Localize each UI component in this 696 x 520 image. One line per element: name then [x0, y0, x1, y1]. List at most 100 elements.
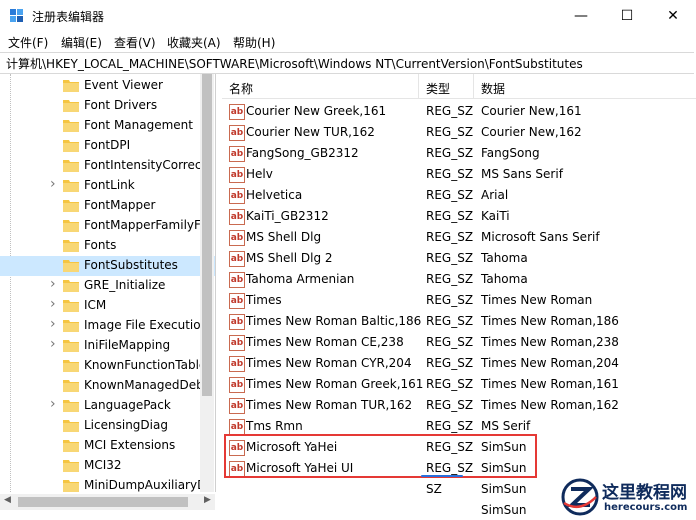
value-type: REG_SZ	[426, 209, 474, 223]
tree-item[interactable]: FontIntensityCorrect	[0, 156, 215, 176]
tree-vertical-scrollbar[interactable]	[200, 74, 214, 492]
string-value-icon: ab	[229, 335, 245, 351]
value-name: Times	[246, 293, 282, 307]
menu-favorites[interactable]: 收藏夹(A)	[167, 34, 221, 51]
expand-chevron-icon[interactable]: ›	[50, 296, 56, 312]
value-row[interactable]: ab Times REG_SZ Times New Roman	[222, 290, 696, 311]
close-button[interactable]: ✕	[650, 0, 696, 32]
tree-item[interactable]: › FontLink	[0, 176, 215, 196]
scroll-left-icon[interactable]: ◀	[4, 495, 11, 505]
value-row[interactable]: ab FangSong_GB2312 REG_SZ FangSong	[222, 143, 696, 164]
expand-chevron-icon[interactable]: ›	[50, 336, 56, 352]
tree-item[interactable]: Event Viewer	[0, 76, 215, 96]
value-data: FangSong	[481, 146, 540, 160]
maximize-button[interactable]: ☐	[604, 0, 650, 32]
minimize-button[interactable]: —	[558, 0, 604, 32]
tree-item[interactable]: › ICM	[0, 296, 215, 316]
string-value-icon: ab	[229, 293, 245, 309]
value-name: FangSong_GB2312	[246, 146, 359, 160]
folder-icon	[63, 320, 79, 332]
value-row[interactable]: ab Times New Roman Baltic,186 REG_SZ Times …	[222, 311, 696, 332]
value-type: REG_SZ	[426, 335, 474, 349]
value-row[interactable]: ab Times New Roman CYR,204 REG_SZ Times New…	[222, 353, 696, 374]
address-path[interactable]: 计算机\HKEY_LOCAL_MACHINE\SOFTWARE\Microsof…	[6, 55, 583, 72]
string-value-icon: ab	[229, 188, 245, 204]
tree-item[interactable]: › GRE_Initialize	[0, 276, 215, 296]
tree-item[interactable]: Font Drivers	[0, 96, 215, 116]
tree-item[interactable]: › LanguagePack	[0, 396, 215, 416]
address-bar[interactable]: 计算机\HKEY_LOCAL_MACHINE\SOFTWARE\Microsof…	[0, 52, 694, 74]
folder-icon	[63, 220, 79, 232]
column-divider[interactable]	[418, 74, 419, 98]
tree-item[interactable]: FontDPI	[0, 136, 215, 156]
tree-item-label: Font Drivers	[84, 98, 158, 112]
registry-editor-icon	[10, 9, 23, 22]
column-header-name[interactable]: 名称	[229, 80, 253, 97]
tree-item[interactable]: FontSubstitutes	[0, 256, 215, 276]
menu-help[interactable]: 帮助(H)	[233, 34, 275, 51]
tree-item[interactable]: FontMapper	[0, 196, 215, 216]
folder-icon	[63, 100, 79, 112]
expand-chevron-icon[interactable]: ›	[50, 176, 56, 192]
column-divider[interactable]	[473, 74, 474, 98]
tree-item-label: FontSubstitutes	[84, 258, 178, 272]
key-tree: Event Viewer Font Drivers Font Management F…	[0, 74, 216, 492]
column-header-data[interactable]: 数据	[481, 80, 505, 97]
value-row[interactable]: ab Tahoma Armenian REG_SZ Tahoma	[222, 269, 696, 290]
value-type: SZ	[426, 482, 442, 496]
tree-item-label: ICM	[84, 298, 107, 312]
tree-item[interactable]: LicensingDiag	[0, 416, 215, 436]
folder-icon	[63, 260, 79, 272]
tree-hscroll-thumb[interactable]	[18, 497, 188, 507]
scroll-right-icon[interactable]: ▶	[204, 495, 211, 505]
expand-chevron-icon[interactable]: ›	[50, 316, 56, 332]
tree-item[interactable]: MCI32	[0, 456, 215, 476]
value-row[interactable]: ab Helv REG_SZ MS Sans Serif	[222, 164, 696, 185]
value-row[interactable]: ab KaiTi_GB2312 REG_SZ KaiTi	[222, 206, 696, 227]
value-name: MS Shell Dlg 2	[246, 251, 333, 265]
value-row[interactable]: ab Times New Roman Greek,161 REG_SZ Times N…	[222, 374, 696, 395]
value-row[interactable]: ab Helvetica REG_SZ Arial	[222, 185, 696, 206]
tree-item-label: LicensingDiag	[84, 418, 168, 432]
folder-icon	[63, 480, 79, 492]
tree-item-label: IniFileMapping	[84, 338, 171, 352]
column-header-type[interactable]: 类型	[426, 80, 450, 97]
tree-item[interactable]: Fonts	[0, 236, 215, 256]
value-row[interactable]: ab Times New Roman CE,238 REG_SZ Times New …	[222, 332, 696, 353]
value-row[interactable]: ab Times New Roman TUR,162 REG_SZ Times New…	[222, 395, 696, 416]
tree-scroll-thumb[interactable]	[202, 74, 212, 396]
expand-chevron-icon[interactable]: ›	[50, 396, 56, 412]
value-row[interactable]: ab MS Shell Dlg 2 REG_SZ Tahoma	[222, 248, 696, 269]
value-row[interactable]: ab MS Shell Dlg REG_SZ Microsoft Sans Serif	[222, 227, 696, 248]
tree-horizontal-scrollbar[interactable]: ◀ ▶	[0, 494, 215, 510]
value-row[interactable]: ab Courier New TUR,162 REG_SZ Courier New,1…	[222, 122, 696, 143]
value-row[interactable]: ab Courier New Greek,161 REG_SZ Courier New…	[222, 101, 696, 122]
menu-edit[interactable]: 编辑(E)	[61, 34, 102, 51]
value-data: KaiTi	[481, 209, 510, 223]
tree-item[interactable]: KnownFunctionTable	[0, 356, 215, 376]
tree-item-label: FontMapperFamilyFa	[84, 218, 208, 232]
tree-item-label: Fonts	[84, 238, 117, 252]
menu-view[interactable]: 查看(V)	[114, 34, 156, 51]
value-name: Helvetica	[246, 188, 303, 202]
tree-item-label: Font Management	[84, 118, 193, 132]
tree-item[interactable]: › Image File Executio	[0, 316, 215, 336]
tree-item-label: FontIntensityCorrect	[84, 158, 207, 172]
string-value-icon: ab	[229, 104, 245, 120]
value-type: REG_SZ	[426, 188, 474, 202]
tree-item[interactable]: Font Management	[0, 116, 215, 136]
tree-item[interactable]: MCI Extensions	[0, 436, 215, 456]
expand-chevron-icon[interactable]: ›	[50, 276, 56, 292]
folder-icon	[63, 400, 79, 412]
value-type: REG_SZ	[426, 104, 474, 118]
value-name: Times New Roman TUR,162	[246, 398, 413, 412]
value-name: KaiTi_GB2312	[246, 209, 329, 223]
folder-icon	[63, 380, 79, 392]
tree-item[interactable]: MiniDumpAuxiliaryD	[0, 476, 215, 492]
value-type: REG_SZ	[426, 377, 474, 391]
tree-item-label: FontMapper	[84, 198, 156, 212]
tree-item[interactable]: KnownManagedDeb	[0, 376, 215, 396]
tree-item[interactable]: › IniFileMapping	[0, 336, 215, 356]
tree-item[interactable]: FontMapperFamilyFa	[0, 216, 215, 236]
menu-file[interactable]: 文件(F)	[8, 34, 48, 51]
